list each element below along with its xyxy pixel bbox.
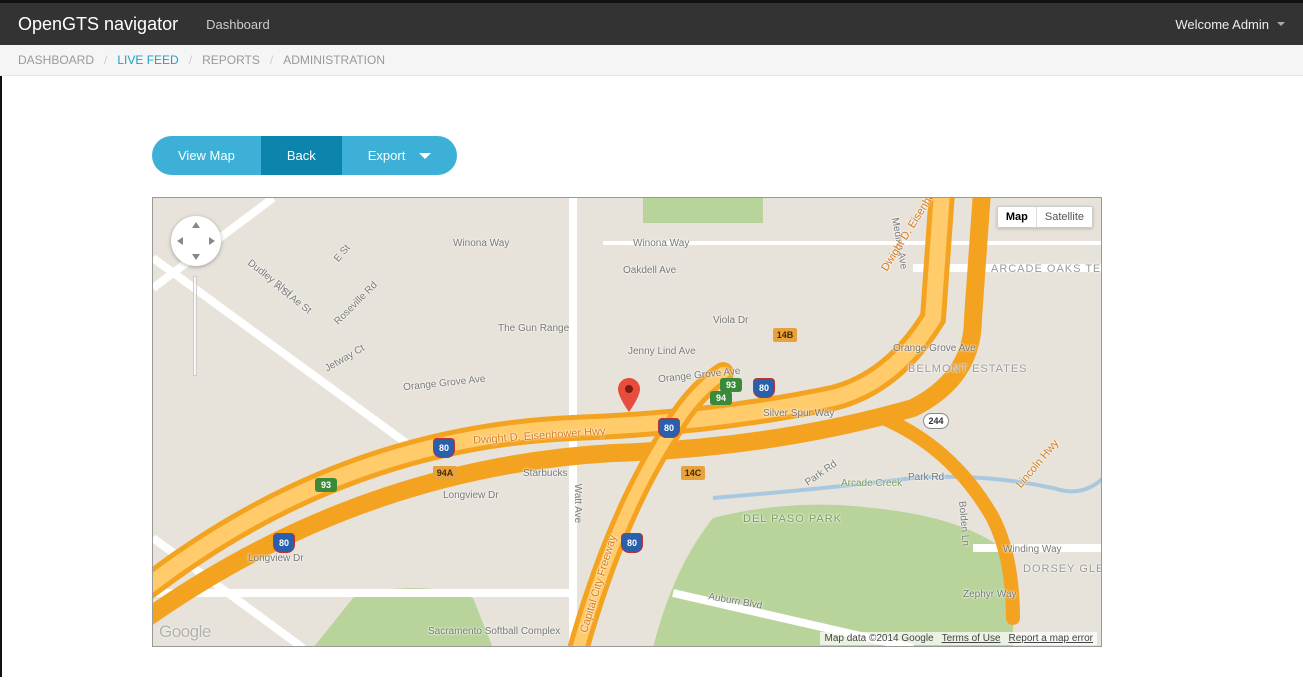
label-silver: Silver Spur Way [763,408,834,419]
shield-93-1: 93 [315,478,337,492]
label-winona-1: Winona Way [453,238,509,249]
crumb-reports[interactable]: REPORTS [202,53,260,67]
map-marker-icon[interactable] [618,378,640,412]
pan-west-icon[interactable] [177,237,183,245]
nav-dashboard[interactable]: Dashboard [206,17,270,32]
crumb-administration[interactable]: ADMINISTRATION [283,53,385,67]
area-dorsey: DORSEY GLENN [1023,563,1102,575]
export-label: Export [368,148,406,163]
label-creek: Arcade Creek [841,478,902,489]
shield-i80-4: 80 [273,533,295,553]
label-park2: Park Rd [908,472,944,483]
pan-control[interactable] [171,216,221,266]
report-link[interactable]: Report a map error [1009,633,1093,644]
map-type-satellite[interactable]: Satellite [1037,207,1092,227]
label-softball: Sacramento Softball Complex [428,626,560,637]
brand[interactable]: OpenGTS navigator [18,14,178,35]
label-winona-2: Winona Way [633,238,689,249]
top-navbar: OpenGTS navigator Dashboard Welcome Admi… [0,0,1303,45]
welcome-user-dropdown[interactable]: Welcome Admin [1175,17,1285,32]
google-logo: Google [159,622,211,642]
label-winding: Winding Way [1003,544,1062,555]
map-data-text: Map data ©2014 Google [824,633,933,644]
shield-94a: 94A [433,466,457,480]
map-type-map[interactable]: Map [998,207,1037,227]
caret-down-icon [1277,22,1285,26]
shield-14c: 14C [681,466,705,480]
action-pillbar: View Map Back Export [152,136,457,175]
view-map-button[interactable]: View Map [152,136,261,175]
welcome-label: Welcome Admin [1175,17,1269,32]
shield-i80-5: 80 [621,533,643,553]
chevron-down-icon [419,153,431,159]
breadcrumb: DASHBOARD / LIVE FEED / REPORTS / ADMINI… [0,45,1303,76]
label-longview2: Longview Dr [248,553,304,564]
label-starbucks: Starbucks [523,468,567,479]
shield-i80-1: 80 [658,418,680,438]
label-viola: Viola Dr [713,315,748,326]
label-og3: Orange Grove Ave [893,343,976,354]
shield-244: 244 [923,413,949,429]
back-button[interactable]: Back [261,136,342,175]
shield-i80-2: 80 [753,378,775,398]
map-type-switcher: Map Satellite [997,206,1093,228]
label-watt: Watt Ave [572,484,583,523]
shield-93-2: 93 [720,378,742,392]
shield-94: 94 [710,391,732,405]
map-canvas[interactable]: Map Satellite Winona Way Winona Way Oakd… [152,197,1102,647]
area-arcade-oaks: ARCADE OAKS TERRACE [991,263,1081,275]
label-zephyr: Zephyr Way [963,589,1017,600]
export-button[interactable]: Export [342,136,458,175]
pan-south-icon[interactable] [192,254,200,260]
terms-link[interactable]: Terms of Use [942,633,1001,644]
zoom-slider[interactable] [193,276,197,376]
shield-14b: 14B [773,328,797,342]
shield-i80-3: 80 [433,438,455,458]
label-jenny: Jenny Lind Ave [628,346,696,357]
label-oakdell: Oakdell Ave [623,265,676,276]
area-del-paso: DEL PASO PARK [743,513,833,525]
label-longview1: Longview Dr [443,490,499,501]
map-attribution: Map data ©2014 Google Terms of Use Repor… [820,632,1097,645]
pan-east-icon[interactable] [209,237,215,245]
area-belmont: BELMONT ESTATES [908,363,998,375]
crumb-dashboard[interactable]: DASHBOARD [18,53,94,67]
pan-north-icon[interactable] [192,222,200,228]
crumb-live-feed[interactable]: LIVE FEED [117,53,178,67]
label-gun-range: The Gun Range [498,323,569,334]
